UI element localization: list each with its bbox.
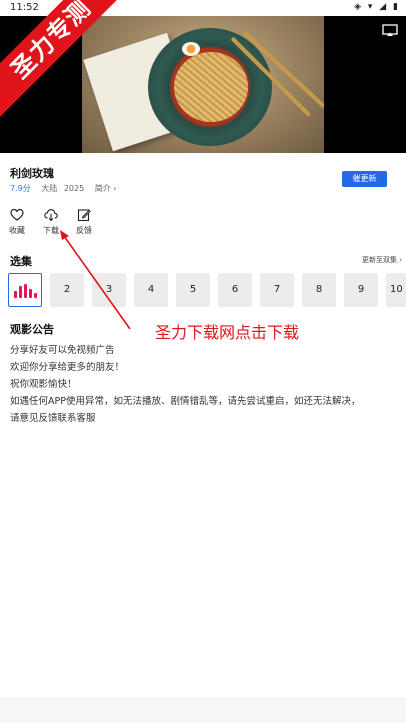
- edit-feedback-icon: [77, 209, 91, 222]
- episode-item[interactable]: 4: [134, 273, 168, 307]
- episode-item[interactable]: 8: [302, 273, 336, 307]
- notice-line: 请意见反馈联系客服: [10, 413, 96, 424]
- egg: [182, 42, 200, 56]
- movie-score: 7.9分: [10, 184, 31, 193]
- notice-line: 祝你观影愉快！: [10, 379, 77, 390]
- notice-line: 分享好友可以免视频广告: [10, 345, 115, 356]
- episode-item[interactable]: 5: [176, 273, 210, 307]
- bottom-bar: [0, 697, 406, 723]
- episode-item[interactable]: 7: [260, 273, 294, 307]
- episode-item[interactable]: 2: [50, 273, 84, 307]
- movie-region: 大陆: [41, 184, 58, 193]
- episode-list: 2 3 4 5 6 7 8 9 10: [8, 273, 406, 309]
- movie-meta: 7.9分 大陆 2025 简介 ›: [10, 183, 116, 194]
- action-row: 收藏 下载 反馈: [0, 208, 406, 238]
- urge-update-button[interactable]: 催更新: [342, 171, 387, 187]
- cast-icon[interactable]: [382, 24, 398, 37]
- playing-icon: [14, 284, 37, 298]
- annotation-text: 圣力下载网点击下载: [155, 323, 300, 342]
- noodles: [174, 52, 248, 122]
- episode-item[interactable]: 9: [344, 273, 378, 307]
- notice-line: 欢迎你分享给更多的朋友！: [10, 362, 125, 373]
- status-time: 11:52: [10, 2, 39, 13]
- favorite-button[interactable]: 收藏: [5, 208, 29, 236]
- notice-line: 如遇任何APP使用异常，如无法播放、剧情错乱等，请先尝试重启，如还无法解决，: [10, 396, 361, 407]
- favorite-label: 收藏: [9, 226, 25, 235]
- video-frame[interactable]: [82, 16, 324, 153]
- feedback-label: 反馈: [76, 226, 92, 235]
- heart-icon: [10, 208, 24, 221]
- download-icon: [44, 209, 58, 222]
- notice-heading: 观影公告: [10, 323, 54, 336]
- download-button[interactable]: 下载: [39, 208, 63, 236]
- episode-1-playing[interactable]: [8, 273, 42, 307]
- movie-title: 利剑玫瑰: [10, 167, 54, 180]
- episode-item[interactable]: 3: [92, 273, 126, 307]
- feedback-button[interactable]: 反馈: [72, 208, 96, 236]
- download-label: 下载: [43, 226, 59, 235]
- status-icons: ◈ ▾ ◢ ▮: [354, 2, 400, 12]
- episodes-heading: 选集: [10, 255, 32, 268]
- intro-link[interactable]: 简介 ›: [95, 184, 117, 193]
- episode-item[interactable]: 10: [386, 273, 406, 307]
- movie-year: 2025: [63, 184, 85, 193]
- episode-item[interactable]: 6: [218, 273, 252, 307]
- notice-body: 分享好友可以免视频广告 欢迎你分享给更多的朋友！ 祝你观影愉快！ 如遇任何APP…: [10, 342, 402, 427]
- episodes-more-link[interactable]: 更新至双集 ›: [362, 255, 402, 265]
